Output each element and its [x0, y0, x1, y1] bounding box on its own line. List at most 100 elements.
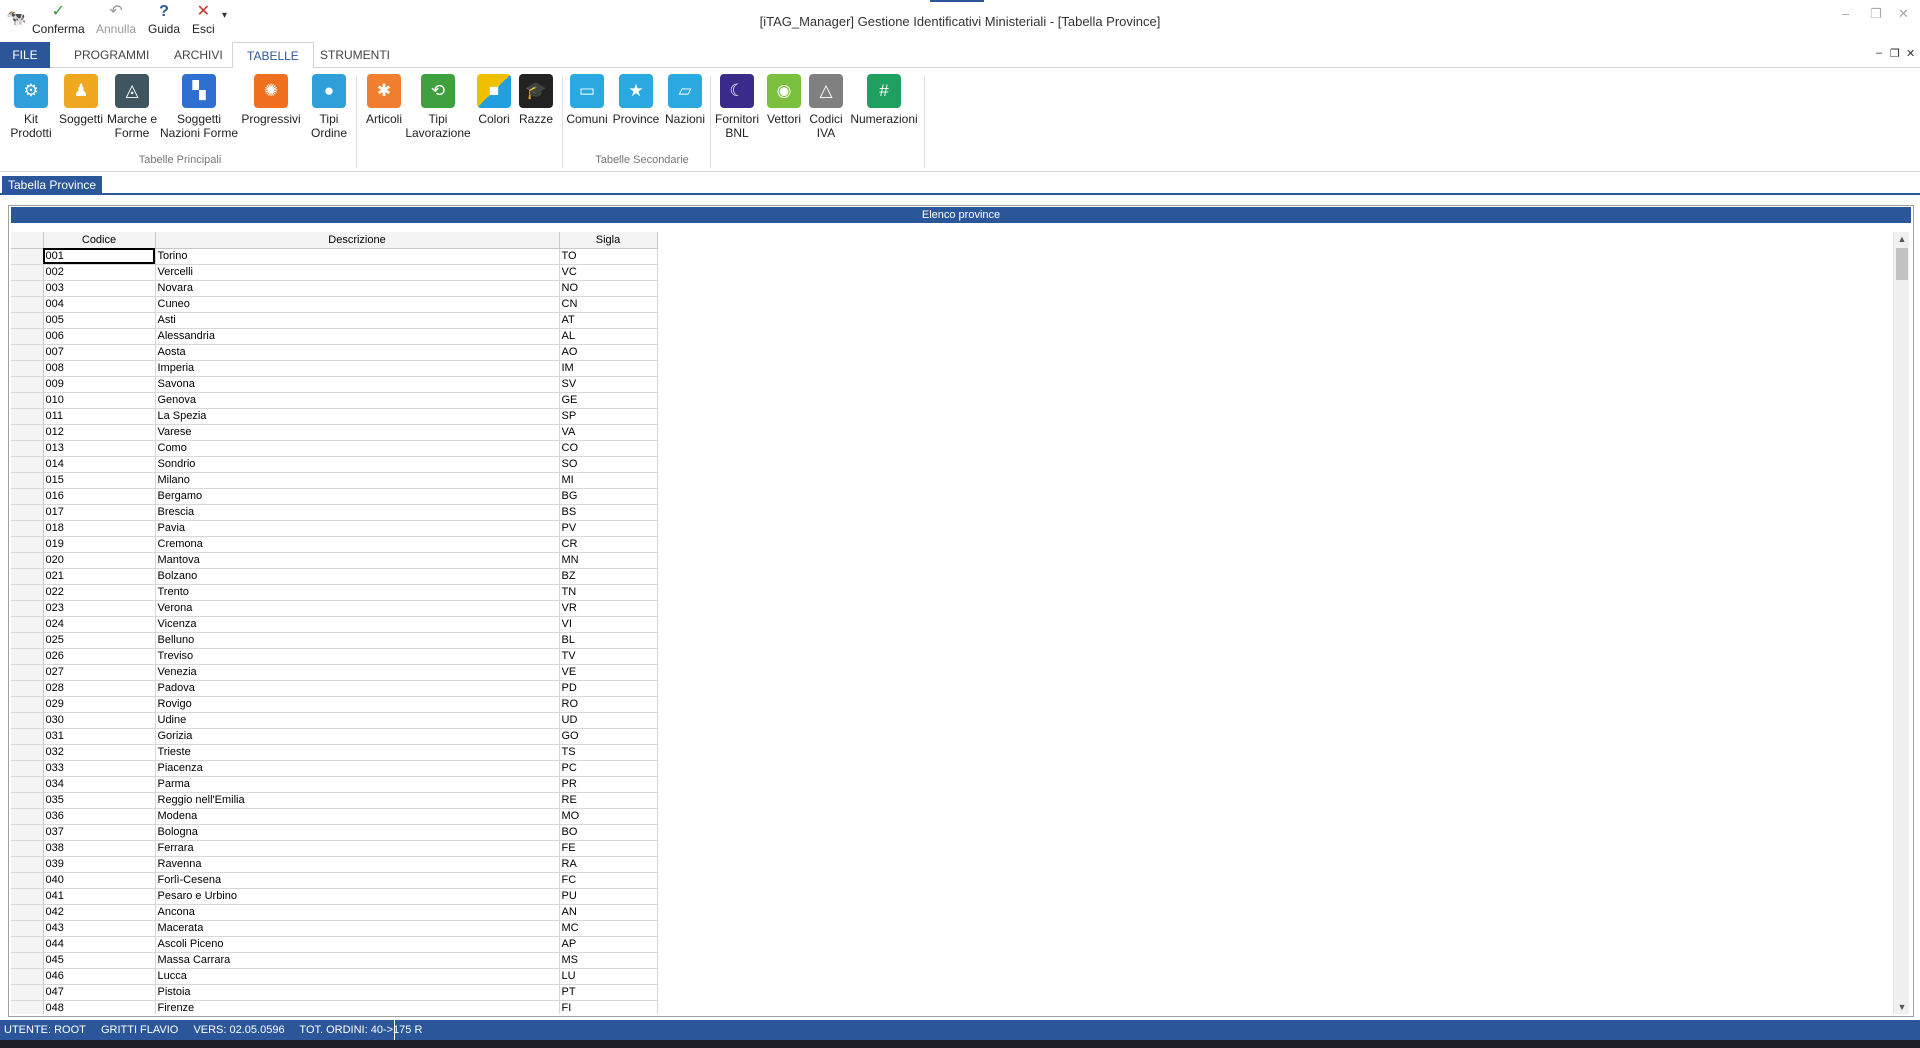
row-header-cell[interactable]	[11, 728, 44, 745]
cell-codice[interactable]: 009	[43, 376, 156, 393]
table-row[interactable]: 041 Pesaro e Urbino PU	[11, 888, 658, 905]
cell-descrizione[interactable]: Venezia	[155, 664, 560, 681]
table-row[interactable]: 043 Macerata MC	[11, 920, 658, 937]
cell-sigla[interactable]: MN	[559, 552, 658, 569]
table-row[interactable]: 002 Vercelli VC	[11, 264, 658, 281]
cell-codice[interactable]: 006	[43, 328, 156, 345]
row-header-cell[interactable]	[11, 456, 44, 473]
cell-codice[interactable]: 044	[43, 936, 156, 953]
cell-codice[interactable]: 001	[43, 248, 156, 265]
cell-sigla[interactable]: MC	[559, 920, 658, 937]
row-header-cell[interactable]	[11, 904, 44, 921]
cell-descrizione[interactable]: Udine	[155, 712, 560, 729]
cell-descrizione[interactable]: Brescia	[155, 504, 560, 521]
cell-sigla[interactable]: PU	[559, 888, 658, 905]
table-row[interactable]: 037 Bologna BO	[11, 824, 658, 841]
table-row[interactable]: 021 Bolzano BZ	[11, 568, 658, 585]
table-row[interactable]: 016 Bergamo BG	[11, 488, 658, 505]
cell-codice[interactable]: 047	[43, 984, 156, 1001]
cell-codice[interactable]: 021	[43, 568, 156, 585]
cell-descrizione[interactable]: Varese	[155, 424, 560, 441]
cell-sigla[interactable]: RO	[559, 696, 658, 713]
soggetti-nazioni-forme-button[interactable]: ▚ Soggetti Nazioni Forme	[158, 74, 240, 140]
table-row[interactable]: 018 Pavia PV	[11, 520, 658, 537]
row-header-cell[interactable]	[11, 424, 44, 441]
cell-descrizione[interactable]: Como	[155, 440, 560, 457]
cell-codice[interactable]: 041	[43, 888, 156, 905]
cell-sigla[interactable]: FI	[559, 1000, 658, 1014]
cell-codice[interactable]: 048	[43, 1000, 156, 1014]
table-row[interactable]: 032 Trieste TS	[11, 744, 658, 761]
cell-sigla[interactable]: SP	[559, 408, 658, 425]
cell-sigla[interactable]: CR	[559, 536, 658, 553]
table-row[interactable]: 024 Vicenza VI	[11, 616, 658, 633]
mdi-restore-icon[interactable]: ❐	[1890, 47, 1900, 60]
cell-sigla[interactable]: GO	[559, 728, 658, 745]
cell-descrizione[interactable]: Cremona	[155, 536, 560, 553]
table-row[interactable]: 034 Parma PR	[11, 776, 658, 793]
cell-sigla[interactable]: CN	[559, 296, 658, 313]
cell-descrizione[interactable]: Ravenna	[155, 856, 560, 873]
cell-descrizione[interactable]: Parma	[155, 776, 560, 793]
cell-codice[interactable]: 046	[43, 968, 156, 985]
cell-sigla[interactable]: VI	[559, 616, 658, 633]
cell-sigla[interactable]: VR	[559, 600, 658, 617]
cell-sigla[interactable]: AL	[559, 328, 658, 345]
row-header-cell[interactable]	[11, 920, 44, 937]
table-row[interactable]: 031 Gorizia GO	[11, 728, 658, 745]
row-header-cell[interactable]	[11, 584, 44, 601]
razze-button[interactable]: 🎓 Razze	[514, 74, 558, 126]
row-header-cell[interactable]	[11, 408, 44, 425]
table-row[interactable]: 005 Asti AT	[11, 312, 658, 329]
table-row[interactable]: 006 Alessandria AL	[11, 328, 658, 345]
cell-descrizione[interactable]: Ascoli Piceno	[155, 936, 560, 953]
cell-descrizione[interactable]: Novara	[155, 280, 560, 297]
cell-sigla[interactable]: BS	[559, 504, 658, 521]
row-header-cell[interactable]	[11, 504, 44, 521]
table-row[interactable]: 022 Trento TN	[11, 584, 658, 601]
cell-descrizione[interactable]: Aosta	[155, 344, 560, 361]
cell-descrizione[interactable]: Milano	[155, 472, 560, 489]
row-header-cell[interactable]	[11, 536, 44, 553]
cell-codice[interactable]: 045	[43, 952, 156, 969]
cell-sigla[interactable]: VC	[559, 264, 658, 281]
table-row[interactable]: 012 Varese VA	[11, 424, 658, 441]
cell-descrizione[interactable]: Pistoia	[155, 984, 560, 1001]
table-row[interactable]: 003 Novara NO	[11, 280, 658, 297]
cell-codice[interactable]: 032	[43, 744, 156, 761]
cell-codice[interactable]: 043	[43, 920, 156, 937]
table-row[interactable]: 014 Sondrio SO	[11, 456, 658, 473]
column-header-codice[interactable]: Codice	[43, 232, 156, 249]
column-header-sigla[interactable]: Sigla	[559, 232, 658, 249]
row-header-cell[interactable]	[11, 328, 44, 345]
cell-descrizione[interactable]: Pavia	[155, 520, 560, 537]
cell-descrizione[interactable]: Pesaro e Urbino	[155, 888, 560, 905]
cell-descrizione[interactable]: Modena	[155, 808, 560, 825]
row-header-cell[interactable]	[11, 824, 44, 841]
cell-codice[interactable]: 008	[43, 360, 156, 377]
row-header-cell[interactable]	[11, 248, 44, 265]
numerazioni-button[interactable]: # Numerazioni	[846, 74, 922, 126]
row-header-cell[interactable]	[11, 344, 44, 361]
row-header-cell[interactable]	[11, 856, 44, 873]
cell-codice[interactable]: 034	[43, 776, 156, 793]
table-row[interactable]: 013 Como CO	[11, 440, 658, 457]
row-header-cell[interactable]	[11, 664, 44, 681]
cell-codice[interactable]: 042	[43, 904, 156, 921]
cell-sigla[interactable]: BG	[559, 488, 658, 505]
cell-descrizione[interactable]: Verona	[155, 600, 560, 617]
cell-codice[interactable]: 002	[43, 264, 156, 281]
cell-sigla[interactable]: MS	[559, 952, 658, 969]
cell-codice[interactable]: 015	[43, 472, 156, 489]
codici-iva-button[interactable]: △ Codici IVA	[804, 74, 848, 140]
cell-sigla[interactable]: SV	[559, 376, 658, 393]
cell-codice[interactable]: 033	[43, 760, 156, 777]
tab-programmi[interactable]: PROGRAMMI	[60, 42, 163, 68]
scroll-up-icon[interactable]: ▲	[1894, 232, 1910, 246]
cell-descrizione[interactable]: Sondrio	[155, 456, 560, 473]
minimize-icon[interactable]: –	[1842, 6, 1849, 21]
cell-codice[interactable]: 038	[43, 840, 156, 857]
cell-descrizione[interactable]: Macerata	[155, 920, 560, 937]
row-header-cell[interactable]	[11, 648, 44, 665]
cell-sigla[interactable]: MO	[559, 808, 658, 825]
